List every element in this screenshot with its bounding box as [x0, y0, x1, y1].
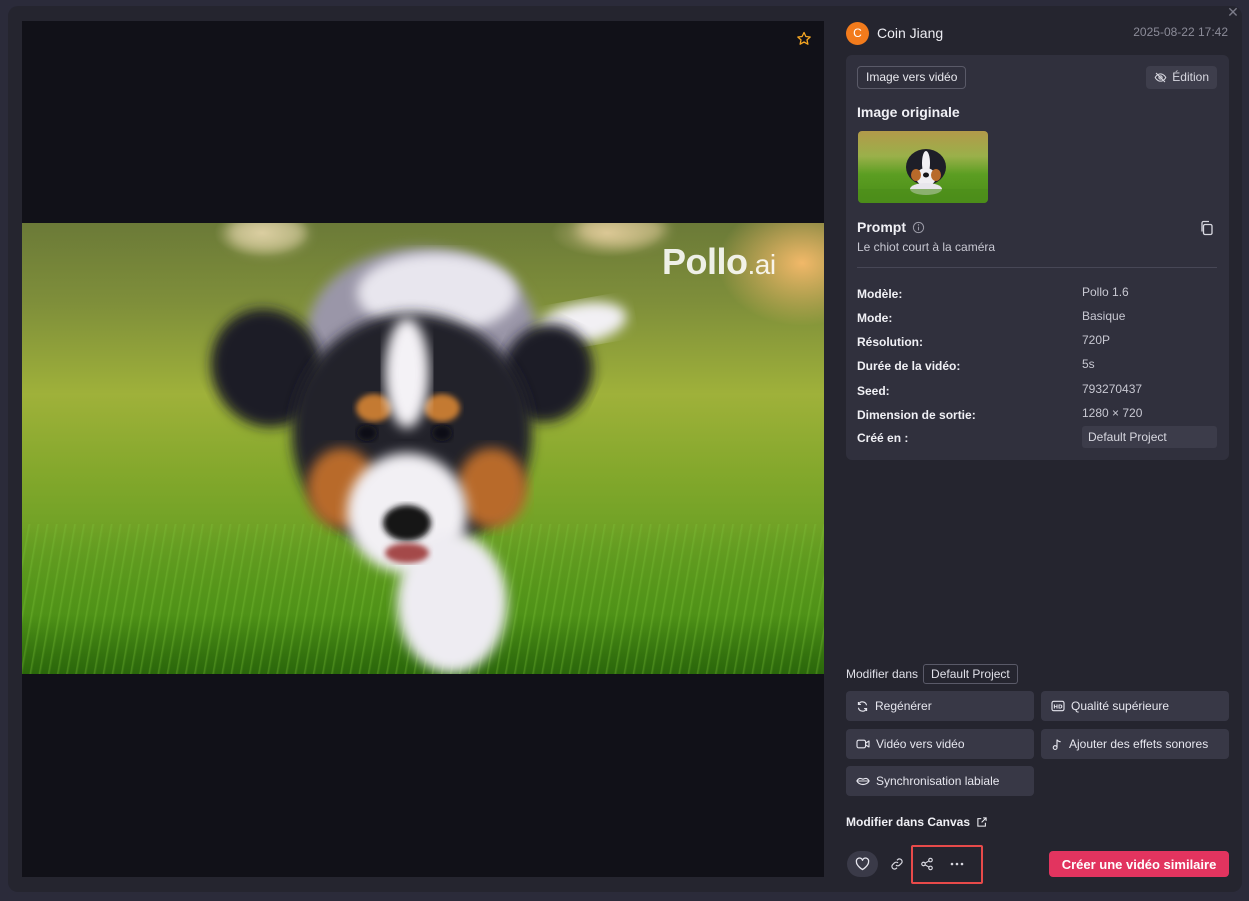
author: C Coin Jiang	[846, 21, 943, 45]
close-icon[interactable]: ✕	[1225, 4, 1241, 20]
timestamp: 2025-08-22 17:42	[1133, 25, 1228, 39]
author-name[interactable]: Coin Jiang	[877, 25, 943, 41]
meta-value: 793270437	[1082, 382, 1143, 396]
meta-row-resolution: Résolution: 720P	[857, 333, 1217, 353]
meta-row-model: Modèle: Pollo 1.6	[857, 285, 1217, 305]
create-similar-video-button[interactable]: Créer une vidéo similaire	[1049, 851, 1229, 877]
original-image-title: Image originale	[857, 104, 960, 120]
video-icon	[856, 739, 870, 749]
meta-label: Résolution:	[857, 335, 923, 349]
lip-sync-label: Synchronisation labiale	[876, 774, 1000, 788]
generation-info-card: Image vers vidéo Édition Image originale…	[846, 55, 1229, 460]
highlight-annotation-box	[911, 845, 983, 884]
original-image-thumbnail[interactable]	[858, 131, 988, 203]
pollo-watermark: Pollo.ai	[662, 241, 776, 282]
add-sound-effects-button[interactable]: Ajouter des effets sonores	[1041, 729, 1229, 759]
prompt-header: Prompt	[857, 219, 925, 235]
project-selector[interactable]: Default Project	[923, 664, 1018, 684]
upscale-button[interactable]: HD Qualité supérieure	[1041, 691, 1229, 721]
prompt-text: Le chiot court à la caméra	[857, 240, 996, 254]
meta-row-created-in: Créé en : Default Project	[857, 426, 1217, 449]
like-button[interactable]	[847, 851, 878, 877]
svg-text:HD: HD	[1053, 705, 1063, 711]
regenerate-label: Regénérer	[875, 699, 932, 713]
lips-icon	[856, 777, 870, 786]
divider	[857, 267, 1217, 268]
refresh-icon	[857, 700, 868, 712]
modify-in-canvas-link[interactable]: Modifier dans Canvas	[846, 815, 988, 829]
edit-label: Édition	[1172, 70, 1209, 84]
avatar[interactable]: C	[846, 21, 869, 45]
modify-in-row: Modifier dans Default Project	[846, 664, 1018, 684]
meta-label: Mode:	[857, 311, 893, 325]
mode-tag: Image vers vidéo	[857, 66, 967, 89]
video-player[interactable]: Pollo.ai	[22, 223, 824, 674]
meta-value: 5s	[1082, 357, 1095, 371]
meta-label: Durée de la vidéo:	[857, 359, 961, 373]
upscale-label: Qualité supérieure	[1071, 699, 1170, 713]
video-to-video-button[interactable]: Vidéo vers vidéo	[846, 729, 1034, 759]
meta-row-seed: Seed: 793270437	[857, 382, 1217, 402]
meta-row-mode: Mode: Basique	[857, 309, 1217, 329]
canvas-link-label: Modifier dans Canvas	[846, 815, 971, 829]
meta-value: Pollo 1.6	[1082, 285, 1129, 299]
external-link-icon	[977, 817, 987, 827]
meta-label: Dimension de sortie:	[857, 408, 976, 422]
modify-in-label: Modifier dans	[846, 667, 919, 681]
puppy-thumbnail-image	[858, 149, 988, 203]
regenerate-button[interactable]: Regénérer	[846, 691, 1034, 721]
puppy-image	[211, 248, 627, 673]
add-sound-effects-label: Ajouter des effets sonores	[1069, 737, 1209, 751]
video-to-video-label: Vidéo vers vidéo	[876, 737, 965, 751]
star-icon[interactable]	[796, 31, 812, 47]
meta-row-output-dimension: Dimension de sortie: 1280 × 720	[857, 406, 1217, 426]
meta-value: Basique	[1082, 309, 1126, 323]
heart-icon	[855, 857, 870, 871]
prompt-title: Prompt	[857, 219, 906, 235]
meta-value: 720P	[1082, 333, 1111, 347]
meta-label: Créé en :	[857, 431, 909, 445]
info-icon[interactable]	[912, 221, 925, 234]
video-preview-area: Pollo.ai	[22, 21, 824, 877]
copy-icon[interactable]	[1199, 220, 1215, 236]
hd-icon: HD	[1051, 700, 1065, 712]
edit-button[interactable]: Édition	[1146, 66, 1217, 89]
meta-label: Seed:	[857, 384, 890, 398]
meta-row-duration: Durée de la vidéo: 5s	[857, 357, 1217, 377]
lip-sync-button[interactable]: Synchronisation labiale	[846, 766, 1034, 796]
hide-icon	[1154, 72, 1167, 83]
link-icon	[891, 858, 903, 870]
meta-value: 1280 × 720	[1082, 406, 1143, 420]
meta-label: Modèle:	[857, 287, 903, 301]
project-chip[interactable]: Default Project	[1082, 426, 1217, 448]
music-note-icon	[1052, 738, 1061, 750]
copy-link-button[interactable]	[882, 851, 912, 877]
